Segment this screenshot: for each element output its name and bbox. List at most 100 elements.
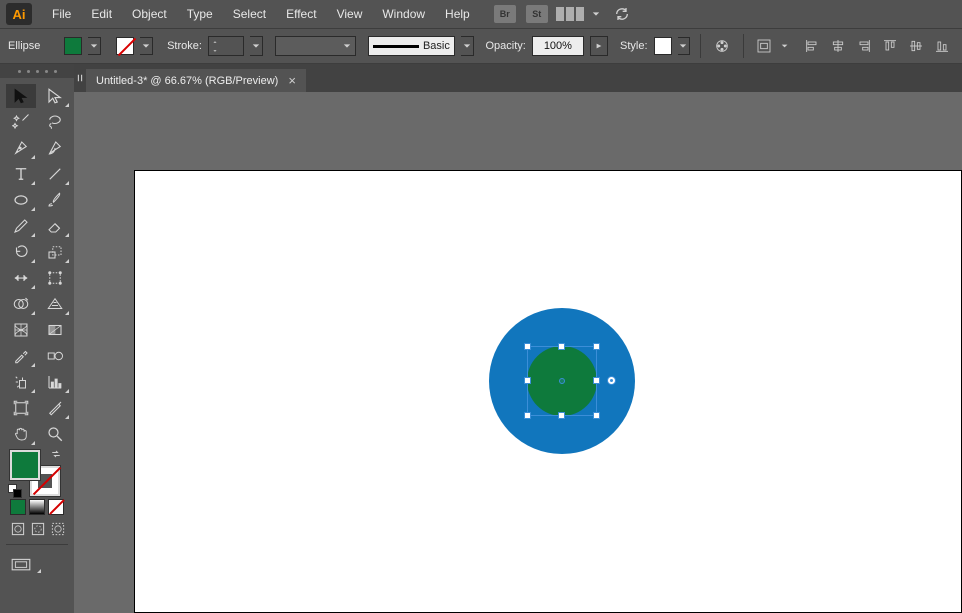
ellipse-tool[interactable] [6,188,36,212]
stock-button[interactable]: St [526,5,548,23]
fill-swatch[interactable] [64,37,82,55]
resize-handle-tl[interactable] [524,343,531,350]
center-point-icon[interactable] [559,378,565,384]
shape-builder-tool[interactable] [6,292,36,316]
gradient-tool[interactable] [40,318,70,342]
graphic-style-swatch[interactable] [654,37,672,55]
align-top-button[interactable] [878,34,902,58]
pencil-tool[interactable] [6,214,36,238]
artboard-tool[interactable] [6,396,36,420]
selection-tool[interactable] [6,84,36,108]
align-left-button[interactable] [800,34,824,58]
style-label[interactable]: Style: [620,40,648,52]
eraser-tool[interactable] [40,214,70,238]
stroke-weight-dropdown[interactable] [250,36,263,56]
expand-dock-button[interactable] [74,64,86,92]
fill-stroke-control[interactable] [10,450,60,496]
pen-tool[interactable] [6,136,36,160]
menu-window[interactable]: Window [372,3,435,25]
resize-handle-br[interactable] [593,412,600,419]
color-mode-none[interactable] [48,499,64,515]
stroke-swatch[interactable] [116,37,134,55]
color-mode-gradient[interactable] [29,499,45,515]
scale-tool[interactable] [40,240,70,264]
stroke-weight-field[interactable] [208,36,244,56]
tool-panel-grip[interactable] [0,64,74,78]
recolor-artwork-button[interactable] [711,34,732,58]
sync-settings-button[interactable] [610,2,634,26]
align-right-button[interactable] [852,34,876,58]
menu-type[interactable]: Type [177,3,223,25]
draw-inside-button[interactable] [50,521,66,540]
menu-object[interactable]: Object [122,3,177,25]
curvature-tool[interactable] [40,136,70,160]
resize-handle-bl[interactable] [524,412,531,419]
resize-handle-tm[interactable] [558,343,565,350]
opacity-field[interactable]: 100% [532,36,584,56]
column-graph-tool[interactable] [40,370,70,394]
menu-help[interactable]: Help [435,3,480,25]
menu-effect[interactable]: Effect [276,3,326,25]
paintbrush-tool[interactable] [40,188,70,212]
rotate-tool[interactable] [6,240,36,264]
color-mode-solid[interactable] [10,499,26,515]
menu-select[interactable]: Select [223,3,276,25]
eyedropper-tool[interactable] [6,344,36,368]
blend-tool[interactable] [40,344,70,368]
align-bottom-button[interactable] [930,34,954,58]
draw-behind-button[interactable] [30,521,46,540]
menu-view[interactable]: View [327,3,373,25]
align-panel-button[interactable] [753,34,774,58]
arrange-documents-button[interactable] [558,2,582,26]
align-vcenter-button[interactable] [904,34,928,58]
opacity-dropdown[interactable] [590,36,608,56]
work-area[interactable] [74,92,962,613]
tab-close-button[interactable]: × [288,73,296,88]
fill-box[interactable] [10,450,40,480]
free-transform-tool[interactable] [40,266,70,290]
default-fill-stroke-button[interactable] [8,484,22,498]
stroke-label[interactable]: Stroke: [167,40,202,52]
resize-handle-ml[interactable] [524,377,531,384]
document-tab[interactable]: Untitled-3* @ 66.67% (RGB/Preview) × [86,69,306,92]
perspective-grid-tool[interactable] [40,292,70,316]
brush-dropdown[interactable] [461,36,474,56]
brush-label: Basic [423,40,450,52]
magic-wand-tool[interactable] [6,110,36,134]
type-tool[interactable] [6,162,36,186]
brush-definition[interactable]: Basic [368,36,455,56]
screen-mode-button[interactable] [10,557,68,576]
color-mode-row [10,499,68,515]
artboard[interactable] [134,170,962,613]
control-bar: Ellipse Stroke: Basic Opacity: 100% Styl… [0,28,962,64]
draw-normal-button[interactable] [10,521,26,540]
chevron-down-icon [592,10,600,18]
swap-fill-stroke-button[interactable] [50,448,62,463]
menu-edit[interactable]: Edit [81,3,122,25]
zoom-tool[interactable] [40,422,70,446]
resize-handle-mr[interactable] [593,377,600,384]
menu-file[interactable]: File [42,3,81,25]
align-hcenter-button[interactable] [826,34,850,58]
bridge-button[interactable]: Br [494,5,516,23]
mesh-tool[interactable] [6,318,36,342]
direct-selection-tool[interactable] [40,84,70,108]
app-icon: Ai [6,3,32,25]
line-segment-tool[interactable] [40,162,70,186]
symbol-sprayer-tool[interactable] [6,370,36,394]
align-group [800,34,954,58]
resize-handle-tr[interactable] [593,343,600,350]
live-shape-widget[interactable] [607,376,616,385]
resize-handle-bm[interactable] [558,412,565,419]
document-tab-title: Untitled-3* @ 66.67% (RGB/Preview) [96,75,278,87]
opacity-label[interactable]: Opacity: [486,40,526,52]
width-tool[interactable] [6,266,36,290]
stroke-dropdown[interactable] [140,37,153,55]
slice-tool[interactable] [40,396,70,420]
lasso-tool[interactable] [40,110,70,134]
fill-dropdown[interactable] [88,37,101,55]
hand-tool[interactable] [6,422,36,446]
graphic-style-dropdown[interactable] [678,37,691,55]
selection-bounding-box[interactable] [527,346,597,416]
variable-width-profile[interactable] [275,36,357,56]
